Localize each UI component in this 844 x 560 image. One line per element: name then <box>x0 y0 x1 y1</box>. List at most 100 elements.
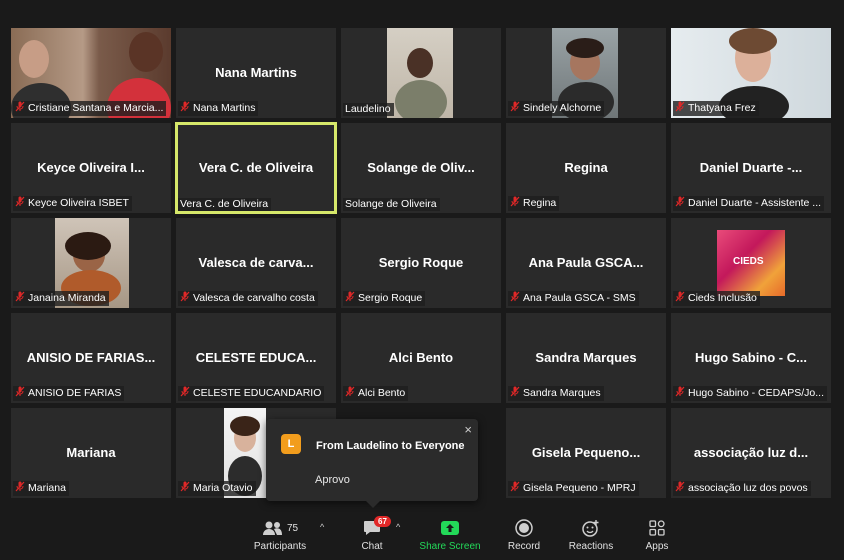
record-label: Record <box>507 541 541 552</box>
participant-name-text: Sergio Roque <box>358 292 423 304</box>
participant-name-label: Regina <box>508 196 560 211</box>
participant-name-label: Laudelino <box>343 103 394 116</box>
mic-muted-icon <box>675 196 685 211</box>
participant-tile[interactable]: Valesca de carva... Valesca de carvalho c… <box>176 218 336 308</box>
participant-name-text: Valesca de carvalho costa <box>193 292 315 304</box>
mic-muted-icon <box>510 291 520 306</box>
participant-display-name: Mariana <box>66 444 116 460</box>
participants-count: 75 <box>286 522 299 534</box>
mic-muted-icon <box>510 386 520 401</box>
apps-button[interactable]: Apps <box>640 517 674 552</box>
close-icon[interactable]: × <box>464 422 472 437</box>
mic-muted-icon <box>510 481 520 496</box>
record-icon <box>502 517 546 539</box>
participant-tile[interactable]: Ana Paula GSCA... Ana Paula GSCA - SMS <box>506 218 666 308</box>
mic-muted-icon <box>180 481 190 496</box>
mic-muted-icon <box>15 196 25 211</box>
participant-tile[interactable]: Regina Regina <box>506 123 666 213</box>
participant-name-text: ANISIO DE FARIAS <box>28 387 122 399</box>
participants-button[interactable]: 75 Participants <box>250 517 310 552</box>
participant-name-text: Mariana <box>28 482 66 494</box>
participant-tile[interactable]: associação luz d... associação luz dos po… <box>671 408 831 498</box>
mic-muted-icon <box>15 101 25 116</box>
participant-name-label: Maria Otavio <box>178 481 256 496</box>
participant-tile[interactable]: Thatyana Frez <box>671 28 831 118</box>
apps-label: Apps <box>645 541 669 552</box>
participant-tile[interactable]: CELESTE EDUCA... CELESTE EDUCANDARIO <box>176 313 336 403</box>
reactions-button[interactable]: Reactions <box>566 517 616 552</box>
participant-tile[interactable]: Mariana Mariana <box>11 408 171 498</box>
participant-display-name: Sergio Roque <box>378 254 464 270</box>
participant-tile[interactable]: Sandra Marques Sandra Marques <box>506 313 666 403</box>
participant-tile[interactable]: Vera C. de Oliveira Vera C. de Oliveira <box>175 122 337 214</box>
participant-name-text: Keyce Oliveira ISBET <box>28 197 129 209</box>
participant-display-name: associação luz d... <box>693 444 809 460</box>
participant-display-name: Daniel Duarte -... <box>699 159 803 175</box>
participant-name-text: Cieds Inclusão <box>688 292 757 304</box>
participant-display-name: Valesca de carva... <box>198 254 314 270</box>
mic-muted-icon <box>15 386 25 401</box>
participant-name-label: Mariana <box>13 481 69 496</box>
participant-tile[interactable]: Alci Bento Alci Bento <box>341 313 501 403</box>
participant-display-name: Sandra Marques <box>535 349 637 365</box>
mic-muted-icon <box>180 291 190 306</box>
participant-name-label: Ana Paula GSCA - SMS <box>508 291 639 306</box>
participant-tile[interactable]: Cristiane Santana e Marcia... <box>11 28 171 118</box>
mic-muted-icon <box>510 196 520 211</box>
participant-tile[interactable]: CIEDS Cieds Inclusão <box>671 218 831 308</box>
chevron-up-icon[interactable]: ^ <box>320 522 324 532</box>
participant-name-label: CELESTE EDUCANDARIO <box>178 386 325 401</box>
share-screen-button[interactable]: Share Screen <box>418 517 482 552</box>
participant-tile[interactable]: Hugo Sabino - C... Hugo Sabino - CEDAPS/J… <box>671 313 831 403</box>
participant-display-name: Nana Martins <box>215 64 297 80</box>
participant-tile[interactable]: Gisela Pequeno... Gisela Pequeno - MPRJ <box>506 408 666 498</box>
participant-name-label: Cieds Inclusão <box>673 291 760 306</box>
record-button[interactable]: Record <box>502 517 546 552</box>
chat-message-text: Aprovo <box>315 474 350 486</box>
popup-tail <box>366 501 380 508</box>
participants-label: Participants <box>253 541 307 552</box>
participant-display-name: Alci Bento <box>388 349 454 365</box>
participant-name-label: Sandra Marques <box>508 386 604 401</box>
mic-muted-icon <box>180 386 190 401</box>
participant-tile[interactable]: Sindely Alchorne <box>506 28 666 118</box>
participant-name-text: Ana Paula GSCA - SMS <box>523 292 636 304</box>
participant-tile[interactable]: ANISIO DE FARIAS... ANISIO DE FARIAS <box>11 313 171 403</box>
chat-notification[interactable]: L From Laudelino to Everyone Aprovo × <box>266 419 478 508</box>
participant-name-label: Nana Martins <box>178 101 259 116</box>
participant-name-text: Thatyana Frez <box>688 102 756 114</box>
participant-display-name: ANISIO DE FARIAS... <box>26 349 156 365</box>
mic-muted-icon <box>345 386 355 401</box>
chevron-up-icon[interactable]: ^ <box>396 522 400 532</box>
participant-name-label: ANISIO DE FARIAS <box>13 386 125 401</box>
participant-display-name: Keyce Oliveira I... <box>37 159 145 175</box>
participant-tile[interactable]: Solange de Oliv... Solange de Oliveira <box>341 123 501 213</box>
participant-tile[interactable]: Laudelino <box>341 28 501 118</box>
participant-display-name: Hugo Sabino - C... <box>695 349 807 365</box>
mic-muted-icon <box>180 101 190 116</box>
participant-display-name: Vera C. de Oliveira <box>198 159 314 175</box>
mic-muted-icon <box>675 291 685 306</box>
participant-name-text: Janaina Miranda <box>28 292 106 304</box>
participant-tile[interactable]: Nana Martins Nana Martins <box>176 28 336 118</box>
participant-video <box>387 28 453 118</box>
mic-muted-icon <box>345 291 355 306</box>
participant-name-label: Sergio Roque <box>343 291 426 306</box>
cieds-logo-text: CIEDS <box>733 256 764 267</box>
participant-name-text: Daniel Duarte - Assistente ... <box>688 197 822 209</box>
participant-name-text: Nana Martins <box>193 102 256 114</box>
participant-name-text: Cristiane Santana e Marcia... <box>28 102 164 114</box>
participant-name-text: Solange de Oliveira <box>345 198 437 210</box>
participant-name-label: Sindely Alchorne <box>508 101 605 116</box>
reactions-label: Reactions <box>568 541 614 552</box>
share-screen-icon <box>418 517 482 539</box>
participant-name-label: Keyce Oliveira ISBET <box>13 196 132 211</box>
chat-label: Chat <box>361 541 383 552</box>
participant-tile[interactable]: Janaina Miranda <box>11 218 171 308</box>
participant-tile[interactable]: Keyce Oliveira I... Keyce Oliveira ISBET <box>11 123 171 213</box>
participant-name-label: Daniel Duarte - Assistente ... <box>673 196 825 211</box>
participant-tile[interactable]: Sergio Roque Sergio Roque <box>341 218 501 308</box>
participant-name-text: CELESTE EDUCANDARIO <box>193 387 322 399</box>
participant-tile[interactable]: Daniel Duarte -... Daniel Duarte - Assist… <box>671 123 831 213</box>
participant-name-label: Vera C. de Oliveira <box>178 198 272 211</box>
